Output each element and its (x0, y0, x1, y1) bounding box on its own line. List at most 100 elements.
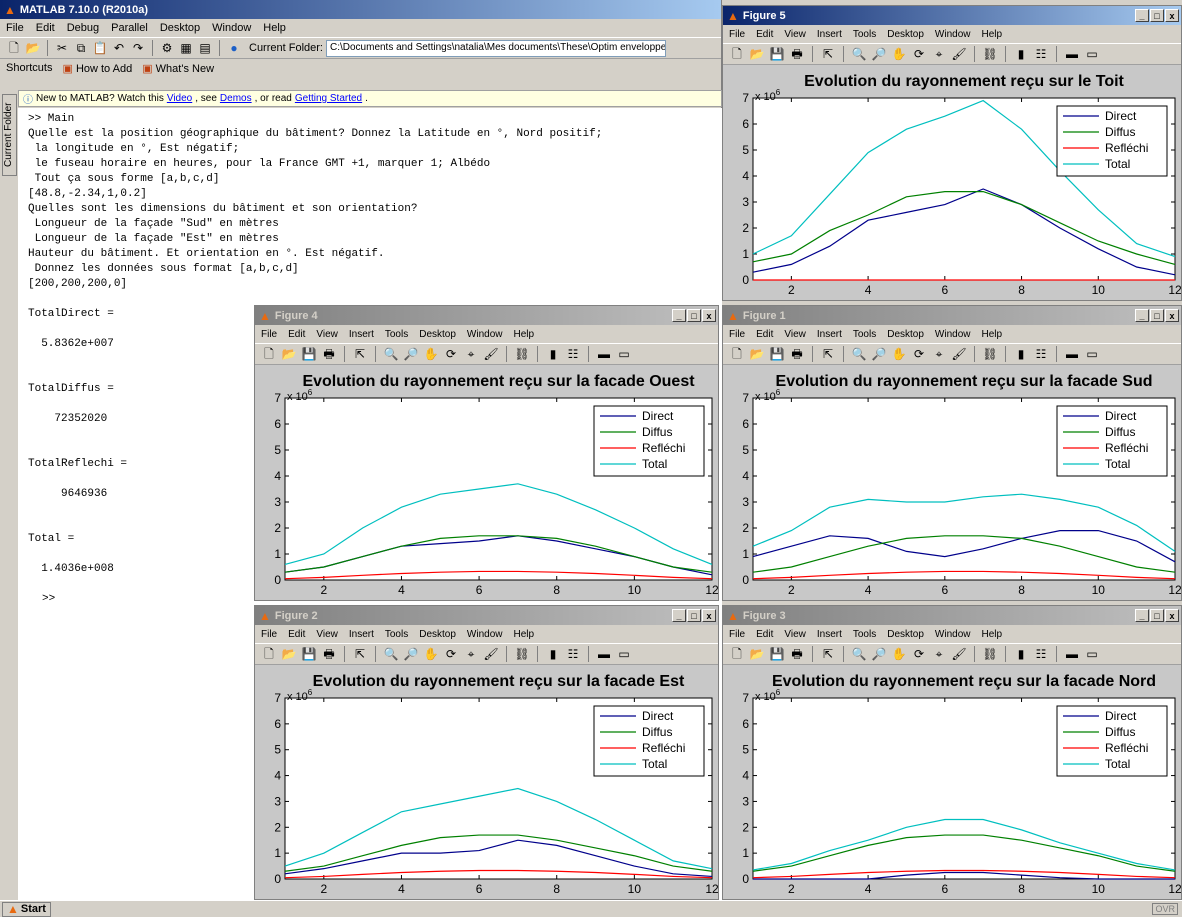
figure-menu-tools[interactable]: Tools (385, 329, 408, 340)
close-button[interactable]: x (1165, 309, 1179, 322)
rotate-icon[interactable]: ⟳ (911, 46, 927, 62)
shortcut-whats-new[interactable]: ▣ What's New (142, 62, 214, 75)
figure-menu-window[interactable]: Window (935, 329, 971, 340)
figure-menu-edit[interactable]: Edit (756, 329, 773, 340)
new-figure-icon[interactable]: 🗋 (729, 646, 745, 662)
link-icon[interactable]: ⛓ (982, 346, 998, 362)
colorbar-icon[interactable]: ▮ (1013, 346, 1029, 362)
maximize-button[interactable]: □ (687, 309, 701, 322)
menu-edit[interactable]: Edit (36, 22, 55, 34)
brush-icon[interactable]: 🖌 (483, 646, 499, 662)
print-icon[interactable]: 🖶 (789, 646, 805, 662)
paste-icon[interactable]: 📋 (92, 40, 108, 56)
open-file-icon[interactable]: 📂 (281, 346, 297, 362)
getting-started-link[interactable]: Getting Started (295, 93, 362, 104)
brush-icon[interactable]: 🖌 (951, 646, 967, 662)
print-icon[interactable]: 🖶 (789, 346, 805, 362)
figure-menu-tools[interactable]: Tools (385, 629, 408, 640)
show-plot-tools-icon[interactable]: ▭ (1084, 46, 1100, 62)
close-button[interactable]: x (702, 309, 716, 322)
colorbar-icon[interactable]: ▮ (545, 646, 561, 662)
print-icon[interactable]: 🖶 (321, 346, 337, 362)
figure-menu-edit[interactable]: Edit (756, 29, 773, 40)
save-icon[interactable]: 💾 (301, 646, 317, 662)
open-file-icon[interactable]: 📂 (281, 646, 297, 662)
matlab-title-bar[interactable]: ▲ MATLAB 7.10.0 (R2010a) (0, 0, 721, 19)
rotate-icon[interactable]: ⟳ (911, 646, 927, 662)
legend-icon[interactable]: ☷ (565, 646, 581, 662)
figure-menu-desktop[interactable]: Desktop (419, 329, 456, 340)
shortcut-how-to-add[interactable]: ▣ How to Add (62, 62, 132, 75)
minimize-button[interactable]: _ (1135, 609, 1149, 622)
cut-icon[interactable]: ✂ (54, 40, 70, 56)
brush-icon[interactable]: 🖌 (483, 346, 499, 362)
pan-icon[interactable]: ✋ (891, 646, 907, 662)
figure-menu-edit[interactable]: Edit (288, 629, 305, 640)
figure-menu-tools[interactable]: Tools (853, 329, 876, 340)
hide-plot-tools-icon[interactable]: ▬ (1064, 46, 1080, 62)
figure-menu-view[interactable]: View (316, 629, 338, 640)
new-figure-icon[interactable]: 🗋 (261, 346, 277, 362)
figure-menu-insert[interactable]: Insert (817, 629, 842, 640)
new-file-icon[interactable]: 🗋 (6, 40, 22, 56)
figure-menu-view[interactable]: View (784, 329, 806, 340)
figure-menu-desktop[interactable]: Desktop (887, 29, 924, 40)
print-icon[interactable]: 🖶 (321, 646, 337, 662)
figure-menu-file[interactable]: File (261, 629, 277, 640)
hide-plot-tools-icon[interactable]: ▬ (596, 346, 612, 362)
menu-parallel[interactable]: Parallel (111, 22, 148, 34)
legend-icon[interactable]: ☷ (1033, 346, 1049, 362)
pan-icon[interactable]: ✋ (891, 346, 907, 362)
save-icon[interactable]: 💾 (769, 346, 785, 362)
data-cursor-icon[interactable]: ⌖ (931, 46, 947, 62)
figure-menu-tools[interactable]: Tools (853, 629, 876, 640)
link-icon[interactable]: ⛓ (982, 646, 998, 662)
edit-plot-icon[interactable]: ⇱ (820, 346, 836, 362)
pan-icon[interactable]: ✋ (423, 346, 439, 362)
zoom-in-icon[interactable]: 🔍 (851, 46, 867, 62)
rotate-icon[interactable]: ⟳ (443, 646, 459, 662)
zoom-out-icon[interactable]: 🔎 (871, 46, 887, 62)
open-file-icon[interactable]: 📂 (749, 646, 765, 662)
open-file-icon[interactable]: 📂 (749, 346, 765, 362)
maximize-button[interactable]: □ (1150, 9, 1164, 22)
hide-plot-tools-icon[interactable]: ▬ (596, 646, 612, 662)
figure-menu-help[interactable]: Help (982, 629, 1003, 640)
colorbar-icon[interactable]: ▮ (1013, 46, 1029, 62)
minimize-button[interactable]: _ (1135, 9, 1149, 22)
rotate-icon[interactable]: ⟳ (443, 346, 459, 362)
figure-menu-window[interactable]: Window (935, 29, 971, 40)
data-cursor-icon[interactable]: ⌖ (463, 646, 479, 662)
current-folder-input[interactable]: C:\Documents and Settings\natalia\Mes do… (325, 39, 666, 57)
figure-title-bar[interactable]: ▲ Figure 2 _ □ x (255, 606, 718, 625)
figure-title-bar[interactable]: ▲ Figure 4 _ □ x (255, 306, 718, 325)
zoom-in-icon[interactable]: 🔍 (383, 646, 399, 662)
save-icon[interactable]: 💾 (769, 46, 785, 62)
figure-title-bar[interactable]: ▲ Figure 3 _ □ x (723, 606, 1181, 625)
zoom-out-icon[interactable]: 🔎 (871, 646, 887, 662)
help-icon[interactable]: ● (226, 40, 242, 56)
close-button[interactable]: x (1165, 609, 1179, 622)
new-figure-icon[interactable]: 🗋 (261, 646, 277, 662)
maximize-button[interactable]: □ (1150, 309, 1164, 322)
show-plot-tools-icon[interactable]: ▭ (616, 646, 632, 662)
figure-menu-desktop[interactable]: Desktop (419, 629, 456, 640)
figure-menu-view[interactable]: View (784, 29, 806, 40)
open-folder-icon[interactable]: 📂 (25, 40, 41, 56)
figure-menu-insert[interactable]: Insert (817, 329, 842, 340)
figure-title-bar[interactable]: ▲ Figure 1 _ □ x (723, 306, 1181, 325)
minimize-button[interactable]: _ (672, 309, 686, 322)
figure-menu-help[interactable]: Help (514, 329, 535, 340)
video-link[interactable]: Video (167, 93, 192, 104)
demos-link[interactable]: Demos (220, 93, 252, 104)
show-plot-tools-icon[interactable]: ▭ (1084, 346, 1100, 362)
figure-menu-help[interactable]: Help (514, 629, 535, 640)
figure-menu-file[interactable]: File (729, 629, 745, 640)
link-icon[interactable]: ⛓ (514, 646, 530, 662)
figure-menu-file[interactable]: File (729, 329, 745, 340)
figure-menu-window[interactable]: Window (935, 629, 971, 640)
close-button[interactable]: x (1165, 9, 1179, 22)
pan-icon[interactable]: ✋ (891, 46, 907, 62)
figure-menu-tools[interactable]: Tools (853, 29, 876, 40)
zoom-out-icon[interactable]: 🔎 (871, 346, 887, 362)
